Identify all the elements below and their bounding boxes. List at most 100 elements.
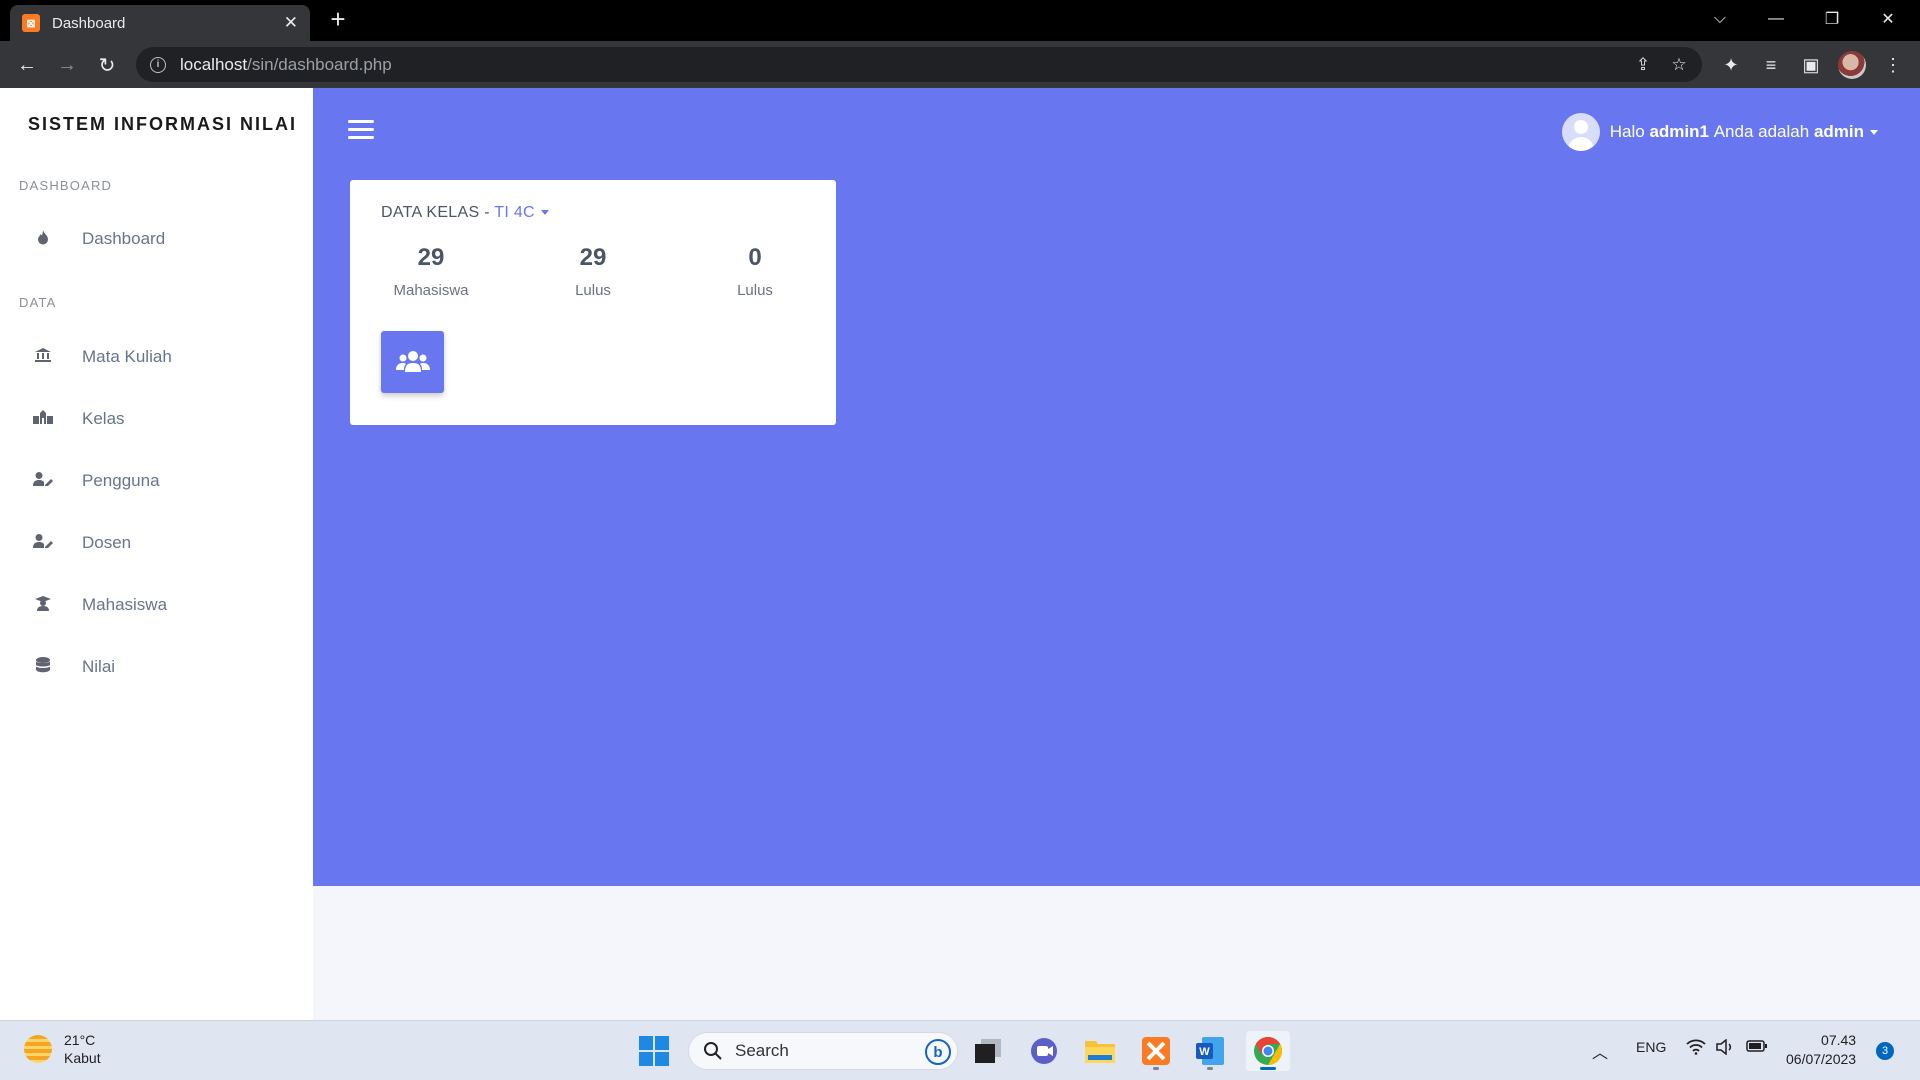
sidebar-item-mahasiswa[interactable]: Mahasiswa	[0, 583, 313, 627]
profile-avatar[interactable]	[1838, 51, 1866, 79]
sidebar-item-nilai[interactable]: Nilai	[0, 645, 313, 689]
wifi-icon[interactable]	[1686, 1039, 1706, 1060]
sidebar-item-label: Mahasiswa	[82, 595, 168, 614]
stat-lulus-2: 0 Lulus	[685, 244, 825, 299]
taskbar-app-xampp[interactable]	[1136, 1031, 1176, 1071]
caret-down-icon	[1870, 129, 1878, 135]
user-role: admin	[1813, 122, 1864, 141]
weather-widget[interactable]: 21°C Kabut	[24, 1031, 101, 1067]
sidebar-item-label: Dosen	[82, 533, 132, 552]
side-panel-icon[interactable]: ▣	[1796, 50, 1826, 80]
taskbar-app-task-view[interactable]	[968, 1031, 1008, 1071]
browser-menu-icon[interactable]: ⋮	[1878, 50, 1908, 80]
restore-button[interactable]: ❐	[1804, 0, 1860, 38]
caret-down-icon	[540, 210, 549, 216]
stat-lulus: 29 Lulus	[523, 244, 663, 299]
school-icon	[32, 410, 54, 428]
sidebar-item-kelas[interactable]: Kelas	[0, 397, 313, 441]
stat-value: 29	[417, 244, 445, 271]
back-button[interactable]: ←	[12, 50, 42, 80]
database-icon	[32, 657, 54, 677]
media-control-icon[interactable]: ≡	[1756, 50, 1786, 80]
site-info-icon[interactable]: i	[150, 56, 166, 73]
sidebar-toggle-menu-icon[interactable]	[348, 120, 374, 142]
weather-temperature: 21°C	[64, 1032, 96, 1048]
sidebar-item-label: Mata Kuliah	[82, 347, 172, 366]
notification-badge[interactable]: 3	[1876, 1042, 1894, 1060]
username: admin1	[1649, 122, 1709, 141]
browser-tab-bar: ⊠ Dashboard ✕ + ⌵ — ❐ ✕	[0, 0, 1920, 41]
address-bar[interactable]: i localhost/sin/dashboard.php ⇪ ☆	[136, 47, 1702, 82]
clock-time: 07.43	[1821, 1032, 1857, 1048]
user-avatar-icon	[1561, 113, 1600, 151]
show-hidden-icons-chevron-icon[interactable]: ︿	[1592, 1039, 1608, 1063]
weather-description: Kabut	[64, 1050, 101, 1066]
sidebar-item-mata-kuliah[interactable]: Mata Kuliah	[0, 335, 313, 379]
weather-fog-icon	[24, 1035, 52, 1063]
greeting-text: Halo	[1609, 122, 1645, 141]
clock-date: 06/07/2023	[1786, 1051, 1857, 1067]
running-indicator	[1153, 1067, 1159, 1070]
sidebar: SISTEM INFORMASI NILAI DASHBOARD Dashboa…	[0, 88, 313, 1020]
sidebar-item-pengguna[interactable]: Pengguna	[0, 459, 313, 503]
users-icon[interactable]	[381, 331, 444, 393]
sidebar-item-label: Pengguna	[82, 471, 160, 490]
user-edit-icon	[32, 534, 54, 552]
forward-button[interactable]: →	[52, 50, 82, 80]
stat-label: Lulus	[575, 282, 611, 299]
kelas-name: TI 4C	[494, 204, 535, 221]
tab-search-chevron-icon[interactable]: ⌵	[1692, 0, 1748, 38]
sidebar-item-label: Kelas	[82, 409, 125, 428]
user-menu-dropdown[interactable]: Halo admin1 Anda adalah admin	[1561, 113, 1878, 151]
stat-value: 0	[748, 244, 762, 271]
user-edit-icon	[32, 472, 54, 490]
graduate-icon	[32, 595, 54, 615]
share-icon[interactable]: ⇪	[1630, 52, 1656, 78]
stat-label: Lulus	[737, 282, 773, 299]
stat-mahasiswa: 29 Mahasiswa	[361, 244, 501, 299]
taskbar-search[interactable]: Search b	[688, 1032, 958, 1070]
browser-tab[interactable]: ⊠ Dashboard ✕	[10, 5, 310, 41]
minimize-button[interactable]: —	[1748, 0, 1804, 38]
running-indicator	[1207, 1067, 1213, 1070]
battery-icon[interactable]	[1746, 1039, 1768, 1056]
windows-taskbar: 21°C Kabut Search b W ︿ ENG 07.43 06/07/…	[0, 1020, 1920, 1080]
section-label-dashboard: DASHBOARD	[19, 178, 113, 193]
start-button[interactable]	[634, 1031, 674, 1071]
taskbar-app-chrome[interactable]	[1246, 1031, 1290, 1071]
stat-value: 29	[579, 244, 607, 271]
data-kelas-card: DATA KELAS - TI 4C 29 Mahasiswa 29 Lulus…	[350, 180, 836, 425]
system-clock[interactable]: 07.43 06/07/2023	[1786, 1031, 1856, 1069]
search-icon	[704, 1042, 722, 1060]
xampp-favicon-icon: ⊠	[22, 14, 40, 32]
sidebar-item-label: Dashboard	[82, 229, 166, 248]
role-text: Anda adalah	[1713, 122, 1810, 141]
url-host: localhost	[180, 54, 248, 74]
browser-toolbar: ← → ↻ i localhost/sin/dashboard.php ⇪ ☆ …	[0, 41, 1920, 88]
tab-title: Dashboard	[52, 14, 126, 32]
kelas-dropdown[interactable]: TI 4C	[494, 204, 549, 221]
bookmark-star-icon[interactable]: ☆	[1666, 52, 1692, 78]
language-indicator[interactable]: ENG	[1636, 1039, 1666, 1055]
volume-icon[interactable]	[1716, 1038, 1734, 1058]
new-tab-button[interactable]: +	[324, 6, 352, 34]
sidebar-item-dashboard[interactable]: Dashboard	[0, 217, 313, 261]
main-content-area	[313, 886, 1920, 1020]
taskbar-app-word[interactable]: W	[1190, 1031, 1230, 1071]
card-title-label: DATA KELAS -	[381, 204, 495, 221]
taskbar-app-file-explorer[interactable]	[1080, 1031, 1120, 1071]
reload-button[interactable]: ↻	[92, 50, 122, 80]
taskbar-app-teams-chat[interactable]	[1024, 1031, 1064, 1071]
active-indicator	[1260, 1067, 1276, 1070]
stat-label: Mahasiswa	[393, 282, 469, 299]
extensions-puzzle-icon[interactable]: ✦	[1716, 50, 1746, 80]
brand-title: SISTEM INFORMASI NILAI	[28, 114, 297, 134]
sidebar-item-dosen[interactable]: Dosen	[0, 521, 313, 565]
bing-chat-icon[interactable]: b	[925, 1039, 951, 1065]
close-window-button[interactable]: ✕	[1860, 0, 1916, 38]
search-placeholder: Search	[735, 1041, 789, 1060]
building-columns-icon	[32, 348, 54, 366]
card-title: DATA KELAS - TI 4C	[381, 204, 549, 222]
sidebar-item-label: Nilai	[82, 657, 116, 676]
tab-close-icon[interactable]: ✕	[284, 13, 298, 33]
